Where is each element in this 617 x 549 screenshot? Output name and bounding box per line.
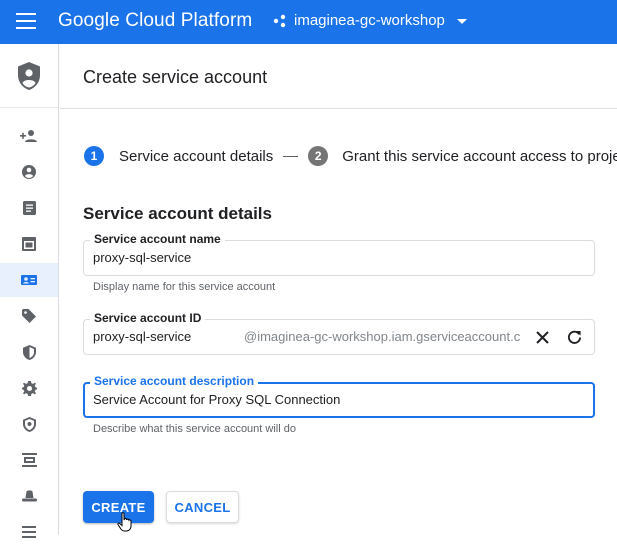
- service-account-id-field[interactable]: Service account ID proxy-sql-service @im…: [83, 311, 595, 355]
- hamburger-menu-icon[interactable]: [16, 13, 36, 29]
- left-nav-rail: [0, 44, 59, 538]
- account-circle-icon: [22, 165, 36, 179]
- service-account-id-label: Service account ID: [90, 311, 206, 325]
- service-account-name-hint: Display name for this service account: [93, 281, 276, 293]
- list-view-icon: [21, 453, 37, 467]
- person-add-icon: [20, 130, 37, 142]
- hand-cursor-icon: [117, 512, 132, 532]
- document-icon: [22, 201, 36, 215]
- brand-title[interactable]: Google Cloud Platform: [58, 10, 252, 32]
- page-header: Create service account: [60, 44, 617, 109]
- rail-header: [0, 44, 58, 108]
- rail-item-audit[interactable]: [0, 227, 58, 261]
- rail-item-identity-aware[interactable]: [0, 479, 58, 513]
- top-bar: Google Cloud Platform imaginea-gc-worksh…: [0, 0, 617, 44]
- rail-item-identity[interactable]: [0, 155, 58, 189]
- rail-item-privacy[interactable]: [0, 407, 58, 441]
- service-account-description-input[interactable]: Service Account for Proxy SQL Connection: [93, 392, 340, 407]
- step-separator: [283, 155, 299, 157]
- security-policy-icon: [22, 416, 36, 432]
- service-account-name-input[interactable]: proxy-sql-service: [93, 250, 191, 265]
- settings-gear-icon: [21, 380, 37, 396]
- step-2-label[interactable]: Grant this service account access to pro…: [342, 148, 617, 165]
- rail-item-policy[interactable]: [0, 191, 58, 225]
- service-account-name-label: Service account name: [90, 232, 225, 246]
- security-shield-icon: [22, 344, 36, 360]
- service-account-description-hint: Describe what this service account will …: [93, 423, 296, 435]
- rail-item-security[interactable]: [0, 335, 58, 369]
- service-account-icon: [21, 275, 37, 285]
- clear-icon[interactable]: [532, 327, 552, 347]
- step-1-number: 1: [84, 146, 104, 166]
- step-2-number: 2: [308, 146, 329, 166]
- rail-item-more[interactable]: [0, 515, 58, 549]
- stepper: 1 Service account details 2 Grant this s…: [84, 146, 617, 166]
- section-title: Service account details: [83, 204, 272, 223]
- service-account-description-label: Service account description: [90, 374, 259, 388]
- step-1-label[interactable]: Service account details: [119, 148, 273, 165]
- rail-item-settings[interactable]: [0, 371, 58, 405]
- page-title: Create service account: [83, 67, 268, 87]
- dropdown-arrow-icon: [456, 19, 467, 24]
- label-icon: [22, 309, 36, 323]
- refresh-icon[interactable]: [564, 327, 584, 347]
- rail-item-labels[interactable]: [0, 299, 58, 333]
- service-account-id-input[interactable]: proxy-sql-service: [93, 329, 191, 344]
- cancel-button[interactable]: CANCEL: [166, 491, 239, 523]
- service-account-name-field[interactable]: Service account name proxy-sql-service: [83, 232, 595, 276]
- project-hub-icon: [273, 14, 286, 27]
- rail-item-quotas[interactable]: [0, 443, 58, 477]
- service-account-description-field[interactable]: Service account description Service Acco…: [83, 374, 595, 418]
- rail-item-members[interactable]: [0, 119, 58, 153]
- iam-shield-icon[interactable]: [16, 61, 42, 91]
- calendar-icon: [22, 237, 36, 251]
- project-selector[interactable]: imaginea-gc-workshop: [273, 12, 467, 29]
- hat-icon: [21, 490, 37, 502]
- project-name: imaginea-gc-workshop: [294, 12, 445, 29]
- menu-lines-icon: [22, 526, 36, 538]
- rail-item-service-accounts[interactable]: [0, 263, 58, 297]
- service-account-id-suffix: @imaginea-gc-workshop.iam.gserviceaccoun…: [244, 329, 521, 344]
